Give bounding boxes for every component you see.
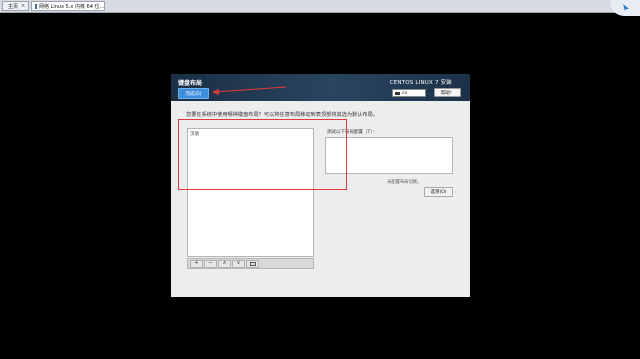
annotation-arrow — [212, 86, 287, 95]
